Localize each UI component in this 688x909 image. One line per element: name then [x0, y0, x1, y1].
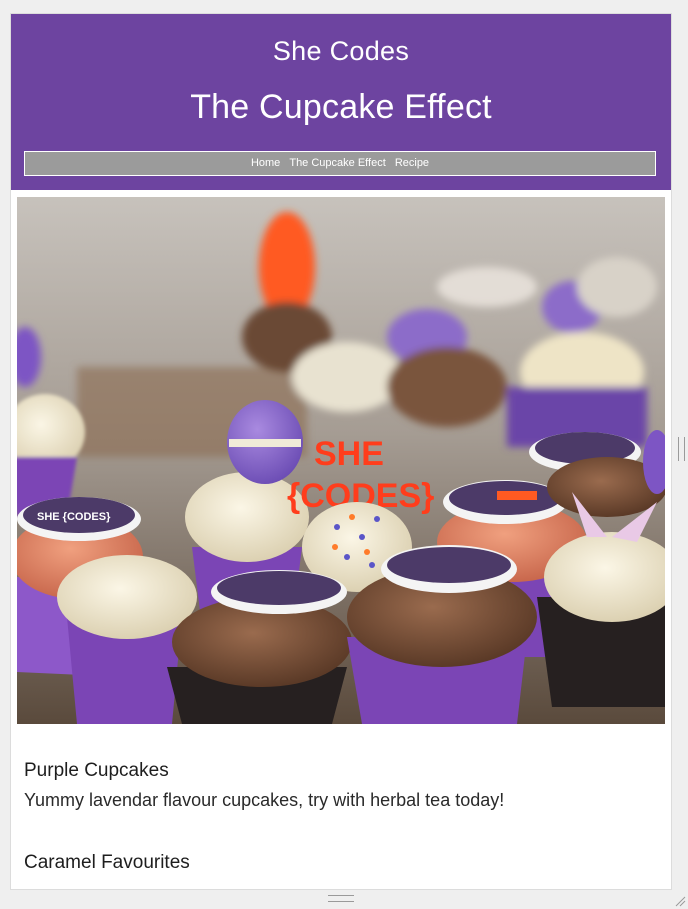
nav-link-cupcake-effect[interactable]: The Cupcake Effect	[289, 157, 385, 169]
section-title: Caramel Favourites	[24, 852, 190, 873]
site-header: She Codes The Cupcake Effect Home The Cu…	[11, 14, 671, 190]
page-title: The Cupcake Effect	[190, 88, 492, 126]
horizontal-resize-handle[interactable]	[328, 895, 354, 902]
svg-text:SHE: SHE	[314, 435, 384, 473]
main-nav: Home The Cupcake Effect Recipe	[24, 151, 656, 176]
nav-link-home[interactable]: Home	[251, 157, 280, 169]
vertical-resize-handle[interactable]	[678, 437, 685, 461]
nav-link-recipe[interactable]: Recipe	[395, 157, 429, 169]
section-purple-cupcakes: Purple Cupcakes Yummy lavendar flavour c…	[24, 760, 644, 811]
hero-image: SHE {CODES} SHE {CODES}	[17, 197, 665, 724]
page-frame: She Codes The Cupcake Effect Home The Cu…	[10, 13, 672, 890]
cupcakes-photo: SHE {CODES} SHE {CODES}	[17, 197, 665, 724]
section-title: Purple Cupcakes	[24, 760, 169, 781]
corner-resize-icon[interactable]	[674, 895, 686, 907]
section-description: Yummy lavendar flavour cupcakes, try wit…	[24, 790, 505, 810]
brand-name: She Codes	[272, 36, 410, 66]
section-caramel-favourites: Caramel Favourites	[24, 852, 644, 874]
topper-label-left: SHE {CODES}	[37, 511, 111, 523]
